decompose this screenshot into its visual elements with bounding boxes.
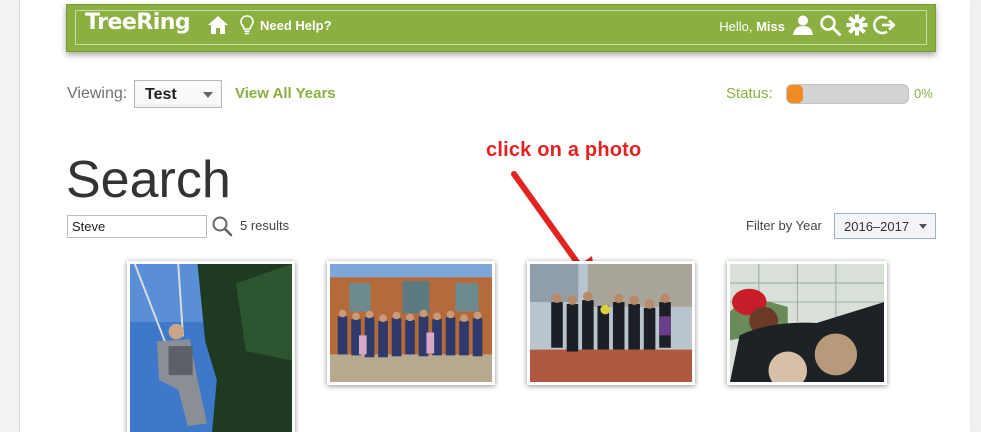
status-progress-fill: [787, 85, 803, 103]
photo-thumbnail-group-brick-building[interactable]: [327, 261, 495, 385]
view-all-years-link[interactable]: View All Years: [235, 85, 336, 102]
photo-image: [330, 264, 492, 382]
filter-year-select[interactable]: 2016–2017: [834, 213, 936, 239]
status-progress-bar: [786, 84, 909, 104]
greeting-prefix: Hello,: [719, 19, 753, 34]
photo-thumbnail-zipline[interactable]: [127, 261, 295, 432]
greeting: Hello, Miss: [719, 19, 785, 34]
viewing-select[interactable]: Test: [134, 80, 222, 108]
treering-logo[interactable]: TreeRing: [85, 10, 191, 35]
need-help-link[interactable]: Need Help?: [240, 15, 332, 35]
gear-icon[interactable]: [846, 14, 868, 36]
filter-by-year-label: Filter by Year: [746, 218, 822, 233]
user-icon[interactable]: [792, 14, 814, 36]
photo-image: [730, 264, 884, 382]
logout-icon[interactable]: [873, 14, 895, 36]
status-label: Status:: [726, 85, 773, 102]
chevron-down-icon: [203, 92, 213, 98]
photo-image: [530, 264, 692, 382]
photo-thumbnail-group-plaza[interactable]: [527, 261, 695, 385]
chevron-down-icon: [919, 224, 927, 229]
greeting-name: Miss: [756, 19, 785, 34]
photo-image: [130, 264, 292, 432]
status-percent: 0%: [914, 86, 933, 101]
need-help-label: Need Help?: [260, 17, 332, 33]
home-icon[interactable]: [207, 15, 229, 35]
filter-year-selected: 2016–2017: [844, 219, 910, 234]
search-button-icon[interactable]: [211, 215, 233, 237]
search-input[interactable]: [67, 215, 207, 238]
search-icon[interactable]: [819, 14, 841, 36]
annotation-text: click on a photo: [486, 139, 642, 161]
left-gutter: [0, 0, 20, 432]
page-title: Search: [66, 151, 231, 209]
viewing-label: Viewing:: [67, 85, 128, 102]
results-count: 5 results: [240, 218, 290, 233]
top-nav-bar: TreeRing Need Help? Hello, Miss: [66, 4, 936, 52]
photo-thumbnail-greenhouse[interactable]: [727, 261, 887, 385]
viewing-selected-value: Test: [145, 86, 177, 103]
lightbulb-icon: [240, 15, 254, 35]
